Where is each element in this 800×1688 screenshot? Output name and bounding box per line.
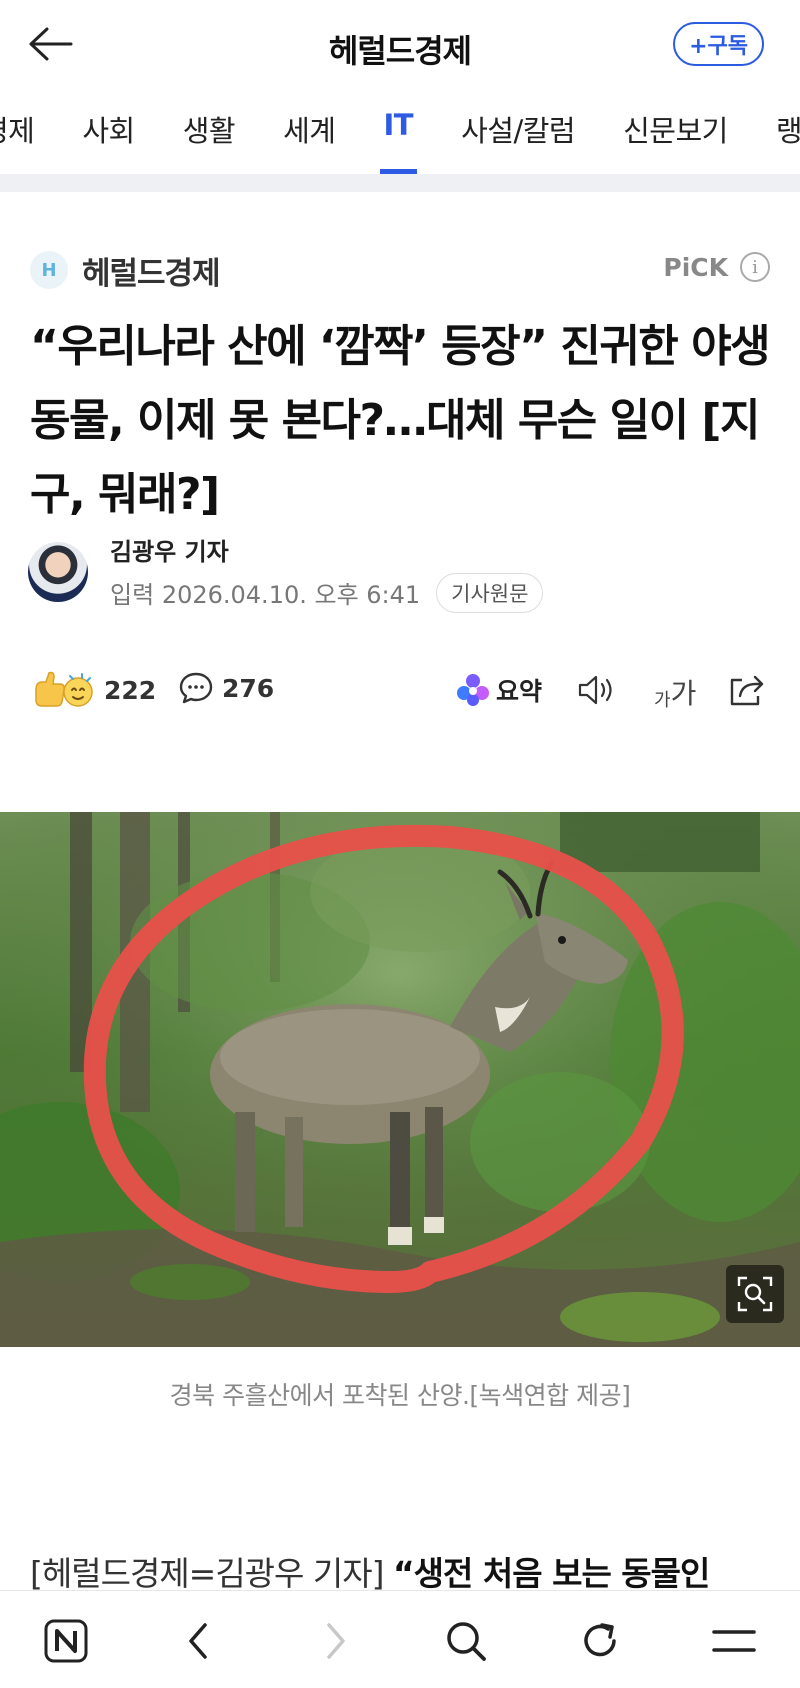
press-logo: H <box>30 251 68 289</box>
font-size-big: 가 <box>670 677 697 710</box>
article-headline: “우리나라 산에 ‘깜짝’ 등장” 진귀한 야생동물, 이제 못 본다?…대체 … <box>30 321 771 520</box>
forward-arrow-icon <box>327 1623 345 1659</box>
nav-search-button[interactable] <box>436 1611 496 1671</box>
font-size-button[interactable]: 가가 <box>654 672 696 712</box>
summary-label: 요약 <box>496 677 543 706</box>
font-size-small: 가 <box>654 690 671 711</box>
reaction-button[interactable]: 222 <box>32 670 156 710</box>
body-bold-quote: “생전 처음 보는 동물인 <box>392 1554 710 1593</box>
text-to-speech-button[interactable] <box>576 672 616 712</box>
reporter-avatar[interactable] <box>28 542 88 602</box>
naver-home-button[interactable] <box>36 1611 96 1671</box>
reaction-count: 222 <box>104 675 157 705</box>
publish-date: 2026.04.10. 오후 6:41 <box>161 581 421 609</box>
pick-badge[interactable]: PiCK i <box>663 252 770 282</box>
tab-society[interactable]: 사회 <box>82 108 135 174</box>
tab-economy[interactable]: 경제 <box>0 108 35 174</box>
share-icon <box>730 675 764 706</box>
nav-menu-button[interactable] <box>704 1611 764 1671</box>
reaction-emoji-icon <box>35 671 93 707</box>
original-article-button[interactable]: 기사원문 <box>436 572 544 613</box>
nav-refresh-button[interactable] <box>570 1611 630 1671</box>
photo-caption: 경북 주흘산에서 포착된 산양.[녹색연합 제공] <box>169 1381 631 1410</box>
reporter-name[interactable]: 김광우 기자 <box>110 532 543 567</box>
nav-forward-button[interactable] <box>306 1611 366 1671</box>
photo-zoom-button[interactable] <box>726 1265 784 1323</box>
tab-it[interactable]: IT <box>379 108 417 174</box>
article-page: 헤럴드경제 +구독 경제 사회 생활 세계 IT 사설/칼럼 신문보기 랭 H … <box>0 0 800 1688</box>
category-tabs: 경제 사회 생활 세계 IT 사설/칼럼 신문보기 랭 <box>0 108 800 174</box>
search-icon <box>447 1622 486 1661</box>
browser-bottom-nav <box>0 1590 800 1688</box>
goral-photo-illustration <box>0 812 800 1347</box>
nav-back-button[interactable] <box>168 1611 228 1671</box>
share-button[interactable] <box>728 672 766 712</box>
press-logo-letter: H <box>41 259 57 281</box>
menu-icon <box>712 1630 756 1652</box>
comment-button[interactable]: 276 <box>178 670 274 706</box>
tab-ranking[interactable]: 랭 <box>776 108 800 174</box>
refresh-icon <box>584 1623 616 1657</box>
body-lead: [헤럴드경제=김광우 기자] <box>30 1554 393 1593</box>
info-icon: i <box>740 252 770 282</box>
comment-count: 276 <box>222 673 275 703</box>
byline: 김광우 기자 입력 2026.04.10. 오후 6:41 기사원문 <box>28 538 544 613</box>
article-actions: 222 276 요약 가가 <box>32 670 772 714</box>
press-row[interactable]: H 헤럴드경제 <box>30 250 221 292</box>
speaker-icon <box>578 675 612 705</box>
tab-newspaper[interactable]: 신문보기 <box>623 108 728 174</box>
comment-icon <box>179 672 213 704</box>
press-name: 헤럴드경제 <box>82 255 221 292</box>
zoom-search-icon <box>737 1276 773 1312</box>
date-prefix: 입력 <box>110 581 155 609</box>
tab-editorial[interactable]: 사설/칼럼 <box>461 108 576 174</box>
back-arrow-icon <box>189 1623 207 1659</box>
tab-life[interactable]: 생활 <box>183 108 236 174</box>
pick-label: PiCK <box>663 252 728 282</box>
article-photo[interactable] <box>0 812 800 1347</box>
subscribe-button[interactable]: +구독 <box>673 22 764 66</box>
top-bar: 헤럴드경제 +구독 <box>0 0 800 92</box>
publish-date-line: 입력 2026.04.10. 오후 6:41 기사원문 <box>110 572 544 613</box>
section-divider <box>0 174 800 192</box>
naver-home-icon <box>44 1619 88 1663</box>
tab-world[interactable]: 세계 <box>283 108 336 174</box>
summary-button[interactable]: 요약 <box>456 672 542 708</box>
ai-summary-icon <box>457 674 489 706</box>
